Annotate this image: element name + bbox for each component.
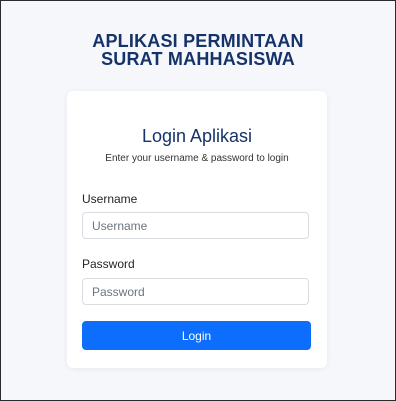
- app-title-line-1: APLIKASI PERMINTAAN: [92, 31, 304, 51]
- password-label: Password: [82, 257, 135, 271]
- login-subtitle: Enter your username & password to login: [105, 153, 289, 164]
- page-frame: APLIKASI PERMINTAAN SURAT MAHHASISWA Log…: [0, 0, 396, 401]
- username-label: Username: [82, 192, 138, 206]
- app-title-line-2: SURAT MAHHASISWA: [101, 49, 295, 69]
- login-button[interactable]: Login: [82, 321, 311, 350]
- login-title: Login Aplikasi: [141, 126, 253, 146]
- app-title: APLIKASI PERMINTAAN SURAT MAHHASISWA: [1, 32, 395, 68]
- login-card: Login Aplikasi Enter your username & pas…: [67, 91, 327, 368]
- username-input[interactable]: [82, 212, 309, 239]
- password-input[interactable]: [82, 278, 309, 305]
